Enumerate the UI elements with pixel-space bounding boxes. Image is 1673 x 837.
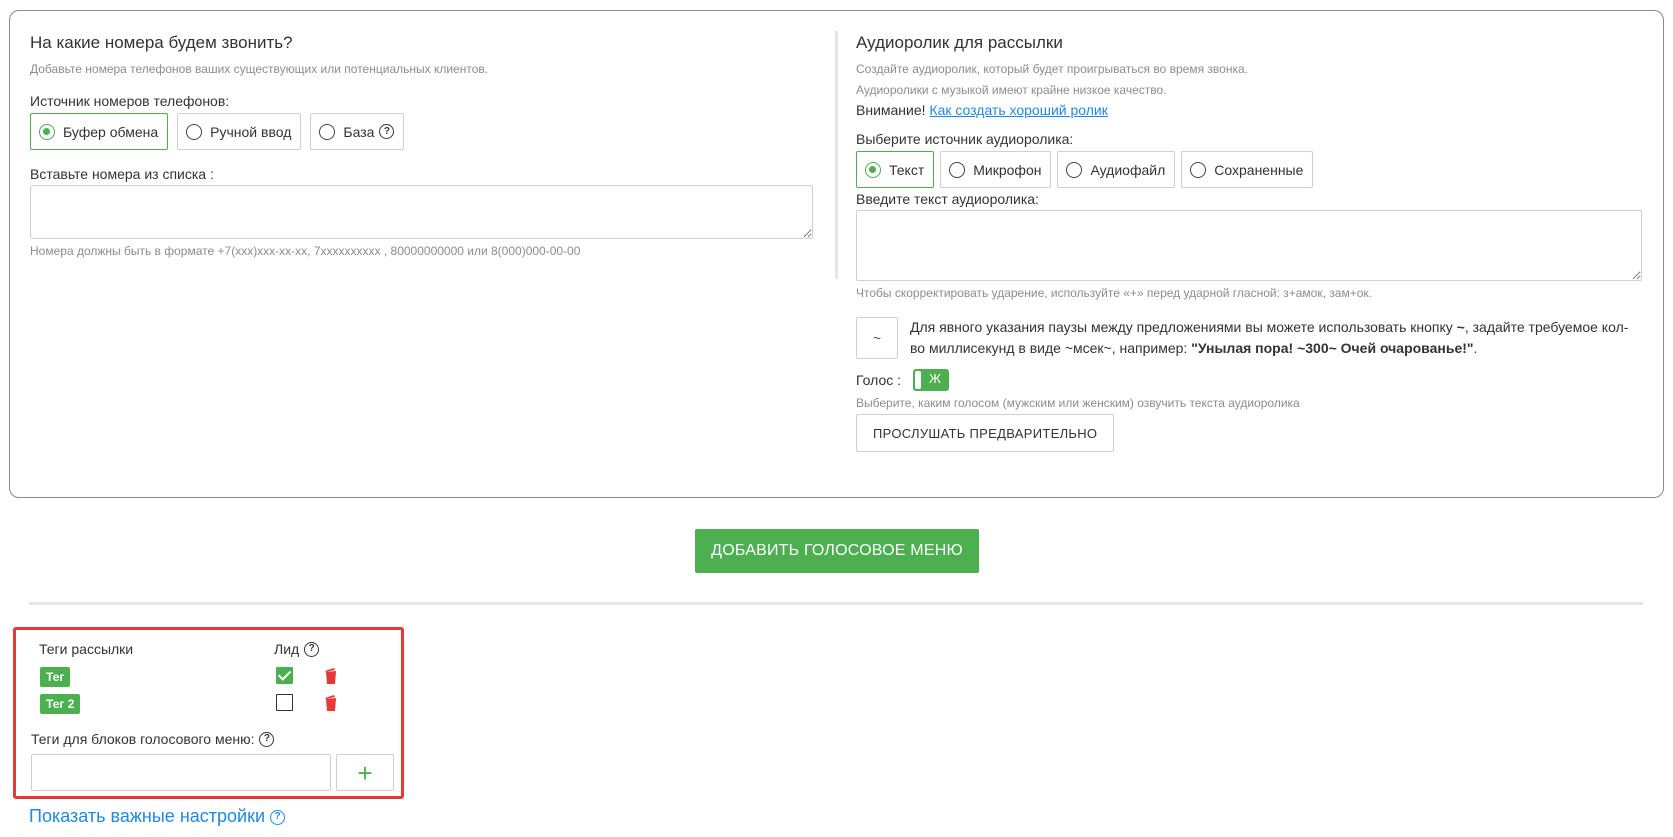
radio-unselected-icon xyxy=(949,161,966,178)
audio-source-microphone-label: Микрофон xyxy=(973,161,1042,178)
radio-selected-icon xyxy=(865,161,881,178)
voice-hint: Выберите, каким голосом (мужским или жен… xyxy=(856,396,1300,410)
attention-label: Внимание! xyxy=(856,102,926,118)
audio-source-file-label: Аудиофайл xyxy=(1090,161,1166,178)
pause-text-end: . xyxy=(1473,340,1478,356)
audio-text-textarea[interactable] xyxy=(856,210,1642,281)
phone-source-clipboard-label: Буфер обмена xyxy=(63,123,159,140)
voice-gender-label: Ж xyxy=(929,371,942,386)
audio-hint-1: Создайте аудиоролик, который будет проиг… xyxy=(856,62,1248,76)
audio-title: Аудиоролик для рассылки xyxy=(856,33,1063,52)
add-voice-menu-button[interactable]: ДОБАВИТЬ ГОЛОСОВОЕ МЕНЮ xyxy=(695,529,979,573)
pause-text-part-1: Для явного указания паузы между предложе… xyxy=(910,319,1453,335)
help-icon[interactable]: ? xyxy=(304,641,320,657)
phone-numbers-title: На какие номера будем звонить? xyxy=(30,33,293,52)
audio-section: Аудиоролик для рассылки Создайте аудиоро… xyxy=(856,33,1642,452)
lead-header: Лид ? xyxy=(274,641,320,657)
stress-hint: Чтобы скорректировать ударение, использу… xyxy=(856,286,1372,300)
tags-panel: Теги рассылки Лид ? Тег Тег 2 Теги для б… xyxy=(13,627,404,799)
radio-unselected-icon xyxy=(1190,161,1207,178)
phone-source-label: Источник номеров телефонов: xyxy=(30,93,230,109)
good-audio-guide-link[interactable]: Как создать хороший ролик xyxy=(929,102,1107,118)
show-important-settings-link[interactable]: Показать важные настройки ? xyxy=(29,806,286,827)
phone-source-database-radio[interactable]: База ? xyxy=(310,113,405,150)
new-tag-input[interactable] xyxy=(31,754,331,791)
trash-icon[interactable] xyxy=(325,695,337,711)
phone-source-manual-radio[interactable]: Ручной ввод xyxy=(177,113,302,150)
audio-source-saved-radio[interactable]: Сохраненные xyxy=(1181,151,1314,188)
paste-numbers-label: Вставьте номера из списка : xyxy=(30,166,214,182)
voice-menu-tags-label: Теги для блоков голосового меню: xyxy=(31,731,255,747)
lead-header-label: Лид xyxy=(274,641,300,657)
add-tag-button[interactable]: + xyxy=(336,754,394,791)
show-settings-label: Показать важные настройки xyxy=(29,806,266,826)
audio-source-microphone-radio[interactable]: Микрофон xyxy=(940,151,1052,188)
phone-numbers-section: На какие номера будем звонить? Добавьте … xyxy=(30,33,813,259)
pause-example: "Унылая пора! ~300~ Очей очарованье!" xyxy=(1191,340,1474,356)
column-divider xyxy=(835,31,838,279)
voice-menu-tags-row: Теги для блоков голосового меню: ? xyxy=(31,731,275,747)
phone-source-manual-label: Ручной ввод xyxy=(210,123,292,140)
phone-format-hint: Номера должны быть в формате +7(xxx)xxx-… xyxy=(30,244,581,258)
help-icon[interactable]: ? xyxy=(259,731,275,747)
pause-text-tilde: ~ xyxy=(1456,319,1465,335)
audio-source-saved-label: Сохраненные xyxy=(1214,161,1304,178)
toggle-knob xyxy=(915,371,922,389)
plus-icon: + xyxy=(357,757,373,788)
audio-source-file-radio[interactable]: Аудиофайл xyxy=(1057,151,1176,188)
help-icon[interactable]: ? xyxy=(270,809,286,825)
lead-checkbox-checked[interactable] xyxy=(276,667,293,684)
lead-checkbox-unchecked[interactable] xyxy=(276,694,293,711)
audio-hint-2: Аудиоролики с музыкой имеют крайне низко… xyxy=(856,83,1167,97)
pause-info-row: ~ Для явного указания паузы между предло… xyxy=(856,317,1642,359)
insert-pause-button[interactable]: ~ xyxy=(856,317,898,359)
pause-info-text: Для явного указания паузы между предложе… xyxy=(910,317,1640,359)
phone-numbers-subtitle: Добавьте номера телефонов ваших существу… xyxy=(30,62,489,76)
help-icon[interactable]: ? xyxy=(379,124,395,139)
radio-unselected-icon xyxy=(186,123,203,140)
phone-source-clipboard-radio[interactable]: Буфер обмена xyxy=(30,113,169,150)
audio-source-radio-group: Текст Микрофон Аудиофайл Сохраненные xyxy=(856,151,1642,188)
section-divider xyxy=(29,602,1643,605)
radio-unselected-icon xyxy=(319,123,336,140)
radio-unselected-icon xyxy=(1066,161,1083,178)
tags-header: Теги рассылки xyxy=(39,641,134,657)
voice-row: Голос : Ж xyxy=(856,369,1642,391)
attention-line: Внимание! Как создать хороший ролик xyxy=(856,102,1642,118)
audio-source-text-label: Текст xyxy=(889,161,925,178)
phone-source-database-label: База xyxy=(343,123,375,140)
phone-numbers-textarea[interactable] xyxy=(30,185,813,239)
audio-source-text-radio[interactable]: Текст xyxy=(856,151,935,188)
radio-selected-icon xyxy=(39,123,55,140)
tag-badge[interactable]: Тег 2 xyxy=(40,694,81,714)
preview-audio-button[interactable]: ПРОСЛУШАТЬ ПРЕДВАРИТЕЛЬНО xyxy=(856,414,1115,452)
phone-source-radio-group: Буфер обмена Ручной ввод База ? xyxy=(30,113,813,150)
campaign-settings-card: На какие номера будем звонить? Добавьте … xyxy=(9,10,1664,498)
tag-badge[interactable]: Тег xyxy=(40,667,71,687)
voice-gender-toggle[interactable]: Ж xyxy=(913,369,950,391)
audio-source-label: Выберите источник аудиоролика: xyxy=(856,131,1074,147)
voice-label: Голос : xyxy=(856,372,902,388)
audio-text-label: Введите текст аудиоролика: xyxy=(856,191,1039,207)
trash-icon[interactable] xyxy=(325,668,337,684)
